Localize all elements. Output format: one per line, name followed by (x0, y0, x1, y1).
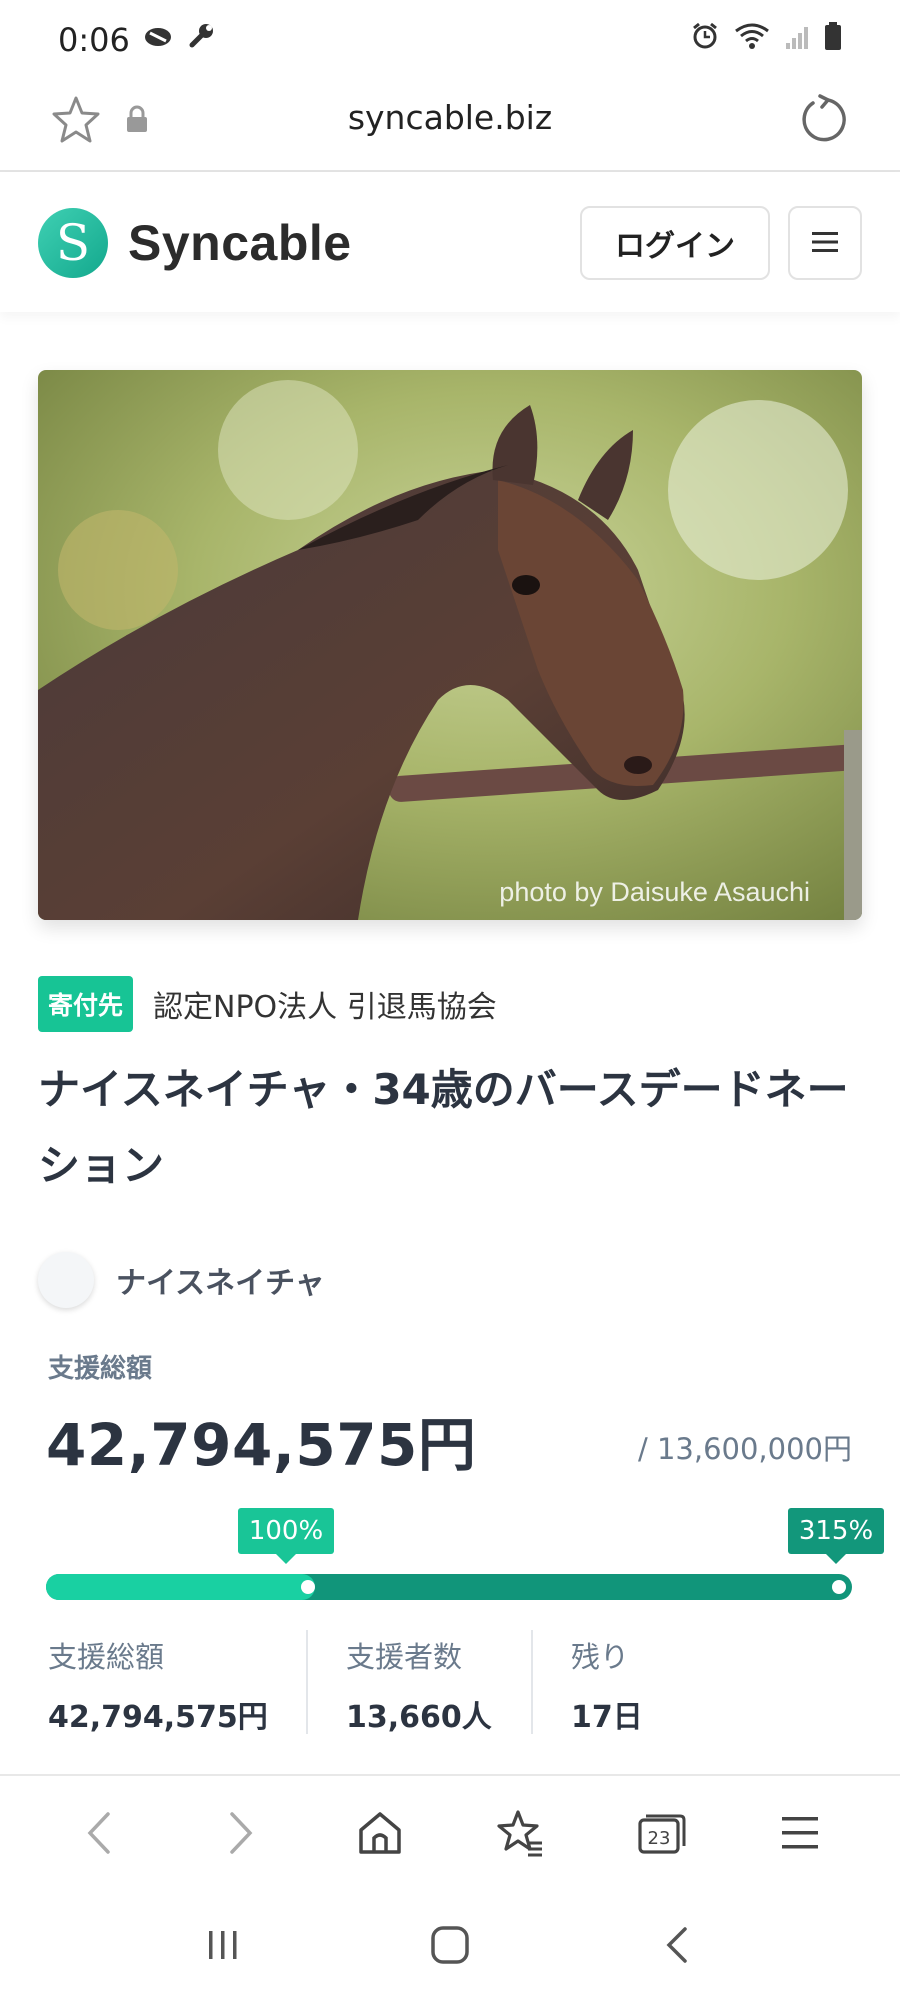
photo-credit: photo by Daisuke Asauchi (499, 877, 810, 907)
logo-mark: S (38, 208, 108, 278)
wifi-icon (734, 21, 770, 59)
site-logo[interactable]: S Syncable (38, 208, 352, 278)
recent-apps-button[interactable] (183, 1905, 263, 1985)
recipient-row: 寄付先 認定NPO法人 引退馬協会 (38, 976, 497, 1032)
battery-icon (824, 21, 842, 59)
stat-value: 17日 (571, 1700, 643, 1735)
browser-address-bar: syncable.biz (0, 80, 900, 172)
stat-value: 42,794,575円 (48, 1700, 268, 1735)
horse-photo (38, 370, 862, 920)
tabs-icon: 23 (638, 1814, 686, 1854)
login-button[interactable]: ログイン (580, 206, 770, 280)
system-home-button[interactable] (410, 1905, 490, 1985)
percent-tag: 315% (788, 1508, 884, 1564)
bookmarks-button[interactable] (480, 1793, 560, 1873)
reload-icon[interactable] (796, 92, 850, 150)
stat-total: 支援総額 42,794,575円 (48, 1630, 306, 1735)
stat-label: 支援者数 (346, 1640, 463, 1674)
total-amount: 42,794,575円 (46, 1411, 477, 1479)
progress-end-dot (832, 1580, 846, 1594)
forward-button[interactable] (200, 1793, 280, 1873)
stat-label: 残り (571, 1640, 630, 1674)
progress-milestone-fill (46, 1574, 315, 1600)
url-text[interactable]: syncable.biz (0, 98, 900, 137)
stat-label: 支援総額 (48, 1640, 165, 1674)
alarm-icon (690, 21, 720, 59)
recipient-badge: 寄付先 (38, 976, 134, 1032)
milestone-tag: 100% (238, 1508, 334, 1564)
hero-image: photo by Daisuke Asauchi (38, 370, 862, 920)
stat-supporters: 支援者数 13,660人 (306, 1630, 531, 1735)
milestone-dot (301, 1580, 315, 1594)
avatar (38, 1252, 94, 1308)
hamburger-menu-button[interactable] (788, 206, 862, 280)
funding-progress-bar (46, 1574, 852, 1600)
goal-amount: / 13,600,000円 (637, 1432, 852, 1466)
system-nav-bar (0, 1890, 900, 2000)
stats-row: 支援総額 42,794,575円 支援者数 13,660人 残り 17日 (48, 1630, 868, 1735)
total-label: 支援総額 (48, 1354, 153, 1384)
home-button[interactable] (340, 1793, 420, 1873)
home-icon (359, 1812, 401, 1854)
status-time: 0:06 (58, 21, 130, 59)
status-bar: 0:06 (0, 0, 900, 80)
stat-value: 13,660人 (346, 1700, 492, 1735)
logo-text: Syncable (128, 215, 352, 271)
campaign-title: ナイスネイチャ・34歳のバースデードネーション (38, 1065, 849, 1190)
browser-menu-button[interactable] (760, 1793, 840, 1873)
bookmarks-star-icon (497, 1810, 542, 1857)
notification-icon (142, 21, 174, 59)
stat-remaining: 残り 17日 (531, 1630, 781, 1735)
signal-icon (784, 21, 810, 59)
menu-icon (782, 1817, 818, 1849)
recent-apps-icon (209, 1931, 237, 1959)
campaign-owner[interactable]: ナイスネイチャ (38, 1252, 325, 1308)
tabs-count: 23 (648, 1828, 671, 1849)
owner-name: ナイスネイチャ (116, 1266, 325, 1301)
hamburger-icon (810, 230, 840, 257)
chevron-right-icon (230, 1812, 253, 1854)
recipient-name[interactable]: 認定NPO法人 引退馬協会 (153, 982, 497, 1026)
browser-bottom-nav: 23 (0, 1774, 900, 1890)
chevron-left-icon (87, 1812, 110, 1854)
system-back-button[interactable] (637, 1905, 717, 1985)
back-button[interactable] (60, 1793, 140, 1873)
tabs-button[interactable]: 23 (620, 1793, 700, 1873)
system-back-icon (666, 1927, 687, 1963)
site-header: S Syncable ログイン (0, 172, 900, 312)
system-home-icon (431, 1926, 469, 1964)
wrench-icon (186, 21, 216, 59)
